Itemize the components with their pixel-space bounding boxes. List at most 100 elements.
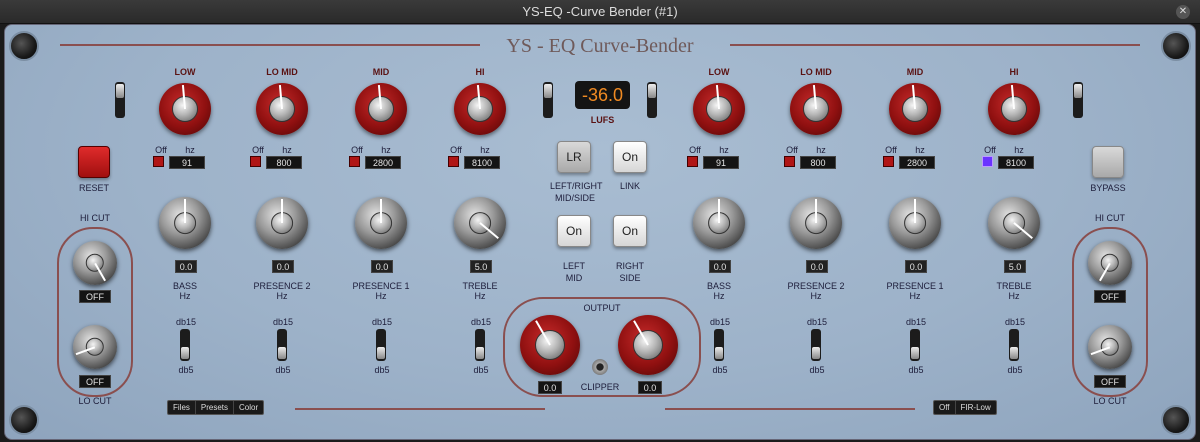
- bypass-button[interactable]: [1092, 146, 1124, 178]
- band-freq-knob-3[interactable]: [454, 83, 506, 135]
- db5-label-0: db5: [712, 365, 728, 375]
- output-right-knob[interactable]: [618, 315, 678, 375]
- hicut-value: OFF: [79, 290, 111, 303]
- gain-value-2: 0.0: [905, 260, 927, 273]
- gain-knob-3[interactable]: [988, 197, 1040, 249]
- db5-label-3: db5: [473, 365, 489, 375]
- decor-line: [295, 408, 545, 410]
- band-enable-led-0[interactable]: [153, 156, 164, 167]
- gain-knob-1[interactable]: [790, 197, 842, 249]
- close-icon[interactable]: ✕: [1176, 5, 1190, 19]
- band-freq-value-1: 800: [800, 156, 836, 169]
- db-range-switch-1[interactable]: [277, 329, 287, 361]
- off-label-0: Off: [155, 145, 167, 155]
- mid-label: MID: [565, 273, 583, 283]
- locut-value: OFF: [79, 375, 111, 388]
- link-button[interactable]: On: [613, 141, 647, 173]
- gain-knob-0[interactable]: [693, 197, 745, 249]
- reset-button[interactable]: [78, 146, 110, 178]
- left-label: LEFT: [562, 261, 585, 271]
- band-freq-knob-2[interactable]: [355, 83, 407, 135]
- band-shape-toggle-1[interactable]: [1073, 82, 1083, 118]
- hz-label-1: hz: [282, 145, 292, 155]
- band-enable-led-1[interactable]: [784, 156, 795, 167]
- hz-label-2: hz: [915, 145, 925, 155]
- db5-label-2: db5: [908, 365, 924, 375]
- reset-label: RESET: [78, 183, 109, 193]
- gain-knob-2[interactable]: [889, 197, 941, 249]
- band-enable-led-2[interactable]: [349, 156, 360, 167]
- decor-line: [665, 408, 915, 410]
- db15-label-0: db15: [709, 317, 731, 327]
- gain-knob-0[interactable]: [159, 197, 211, 249]
- band-freq-knob-2[interactable]: [889, 83, 941, 135]
- db-range-switch-2[interactable]: [910, 329, 920, 361]
- lr-button[interactable]: LR: [557, 141, 591, 173]
- db15-label-3: db15: [1004, 317, 1026, 327]
- gain-value-0: 0.0: [709, 260, 731, 273]
- hicut-knob[interactable]: [73, 241, 117, 285]
- band-freq-knob-0[interactable]: [693, 83, 745, 135]
- gain-label-0: BASS: [172, 281, 197, 291]
- band-label-0: LOW: [708, 67, 730, 77]
- db15-label-2: db15: [905, 317, 927, 327]
- left-mid-button[interactable]: On: [557, 215, 591, 247]
- db-range-switch-0[interactable]: [714, 329, 724, 361]
- fir-toolbar: Off FIR-Low: [933, 400, 997, 415]
- band-enable-led-3[interactable]: [448, 156, 459, 167]
- band-freq-knob-1[interactable]: [256, 83, 308, 135]
- db-range-switch-0[interactable]: [180, 329, 190, 361]
- gain-knob-3[interactable]: [454, 197, 506, 249]
- hz-label-2: hz: [381, 145, 391, 155]
- band-freq-knob-1[interactable]: [790, 83, 842, 135]
- band-freq-value-1: 800: [266, 156, 302, 169]
- gain-value-3: 5.0: [470, 260, 492, 273]
- off-label-3: Off: [984, 145, 996, 155]
- band-freq-knob-0[interactable]: [159, 83, 211, 135]
- band-enable-led-0[interactable]: [687, 156, 698, 167]
- gain-label-1: PRESENCE 2: [253, 281, 311, 291]
- output-left-knob[interactable]: [520, 315, 580, 375]
- locut-value: OFF: [1094, 375, 1126, 388]
- db5-label-1: db5: [275, 365, 291, 375]
- gain-value-3: 5.0: [1004, 260, 1026, 273]
- db15-label-2: db15: [371, 317, 393, 327]
- fir-off-button[interactable]: Off: [934, 401, 956, 414]
- locut-knob[interactable]: [1088, 325, 1132, 369]
- locut-knob[interactable]: [73, 325, 117, 369]
- db-range-switch-2[interactable]: [376, 329, 386, 361]
- band-shape-toggle-0[interactable]: [115, 82, 125, 118]
- color-button[interactable]: Color: [234, 401, 263, 414]
- lufs-meter: -36.0: [575, 81, 630, 109]
- band-freq-knob-3[interactable]: [988, 83, 1040, 135]
- fir-low-button[interactable]: FIR-Low: [956, 401, 996, 414]
- lufs-label: LUFS: [590, 115, 615, 125]
- gain-knob-1[interactable]: [256, 197, 308, 249]
- band-shape-toggle-0[interactable]: [647, 82, 657, 118]
- clipper-indicator[interactable]: [592, 359, 608, 375]
- gain-value-2: 0.0: [371, 260, 393, 273]
- screw-icon: [9, 405, 39, 435]
- presets-button[interactable]: Presets: [196, 401, 235, 414]
- band-enable-led-1[interactable]: [250, 156, 261, 167]
- db5-label-3: db5: [1007, 365, 1023, 375]
- off-label-1: Off: [786, 145, 798, 155]
- band-freq-value-0: 91: [169, 156, 205, 169]
- gain-unit-3: Hz: [474, 291, 486, 301]
- gain-knob-2[interactable]: [355, 197, 407, 249]
- band-enable-led-3[interactable]: [982, 156, 993, 167]
- hicut-value: OFF: [1094, 290, 1126, 303]
- files-button[interactable]: Files: [168, 401, 196, 414]
- band-shape-toggle-1[interactable]: [543, 82, 553, 118]
- db-range-switch-1[interactable]: [811, 329, 821, 361]
- off-label-3: Off: [450, 145, 462, 155]
- band-enable-led-2[interactable]: [883, 156, 894, 167]
- db-range-switch-3[interactable]: [475, 329, 485, 361]
- hicut-knob[interactable]: [1088, 241, 1132, 285]
- hz-label-0: hz: [185, 145, 195, 155]
- right-side-button[interactable]: On: [613, 215, 647, 247]
- gain-value-0: 0.0: [175, 260, 197, 273]
- gain-unit-0: Hz: [179, 291, 191, 301]
- db-range-switch-3[interactable]: [1009, 329, 1019, 361]
- side-label: SIDE: [619, 273, 641, 283]
